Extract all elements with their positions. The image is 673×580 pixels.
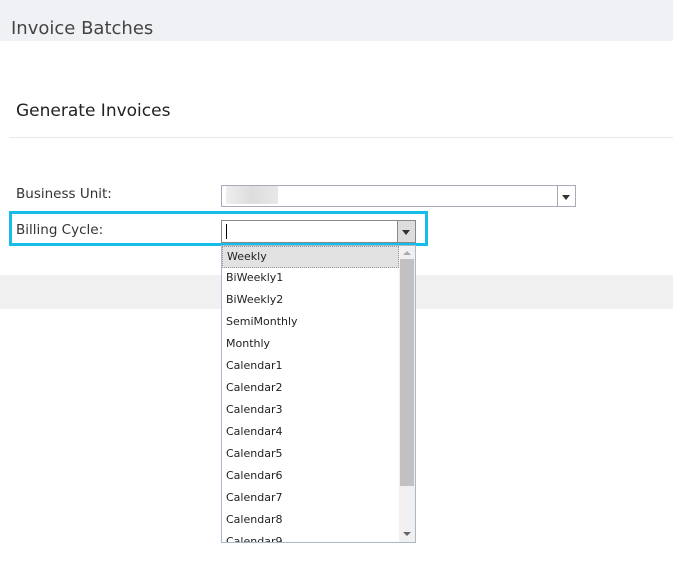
page-title: Invoice Batches [11,18,154,39]
dropdown-option[interactable]: SemiMonthly [222,312,399,334]
text-cursor [226,224,227,239]
billing-cycle-dropdown-list[interactable]: Weekly BiWeekly1 BiWeekly2 SemiMonthly Month… [221,245,416,543]
scroll-up-icon[interactable] [403,251,411,255]
dropdown-option[interactable]: Calendar7 [222,488,399,510]
divider [9,137,673,138]
dropdown-option[interactable]: Monthly [222,334,399,356]
chevron-down-icon[interactable] [557,186,575,206]
section-title: Generate Invoices [16,101,171,121]
dropdown-option[interactable]: Calendar2 [222,378,399,400]
dropdown-option[interactable]: Calendar3 [222,400,399,422]
scroll-down-icon[interactable] [403,532,411,536]
billing-cycle-label: Billing Cycle: [16,222,104,238]
dropdown-option[interactable]: Calendar4 [222,422,399,444]
dropdown-option[interactable]: Weekly [222,246,399,268]
business-unit-label: Business Unit: [16,186,112,202]
business-unit-select[interactable] [221,185,576,207]
billing-cycle-combobox[interactable] [221,220,416,243]
dropdown-option[interactable]: Calendar6 [222,466,399,488]
dropdown-option[interactable]: Calendar5 [222,444,399,466]
dropdown-option[interactable]: Calendar8 [222,510,399,532]
page-header: Invoice Batches [0,0,673,41]
scrollbar-thumb[interactable] [400,259,414,486]
dropdown-option[interactable]: Calendar1 [222,356,399,378]
chevron-down-icon[interactable] [397,221,415,242]
dropdown-option[interactable]: Calendar9 [222,532,399,542]
scrollbar[interactable] [399,246,415,542]
dropdown-option[interactable]: BiWeekly2 [222,290,399,312]
dropdown-option[interactable]: BiWeekly1 [222,268,399,290]
redacted-value [226,186,278,204]
